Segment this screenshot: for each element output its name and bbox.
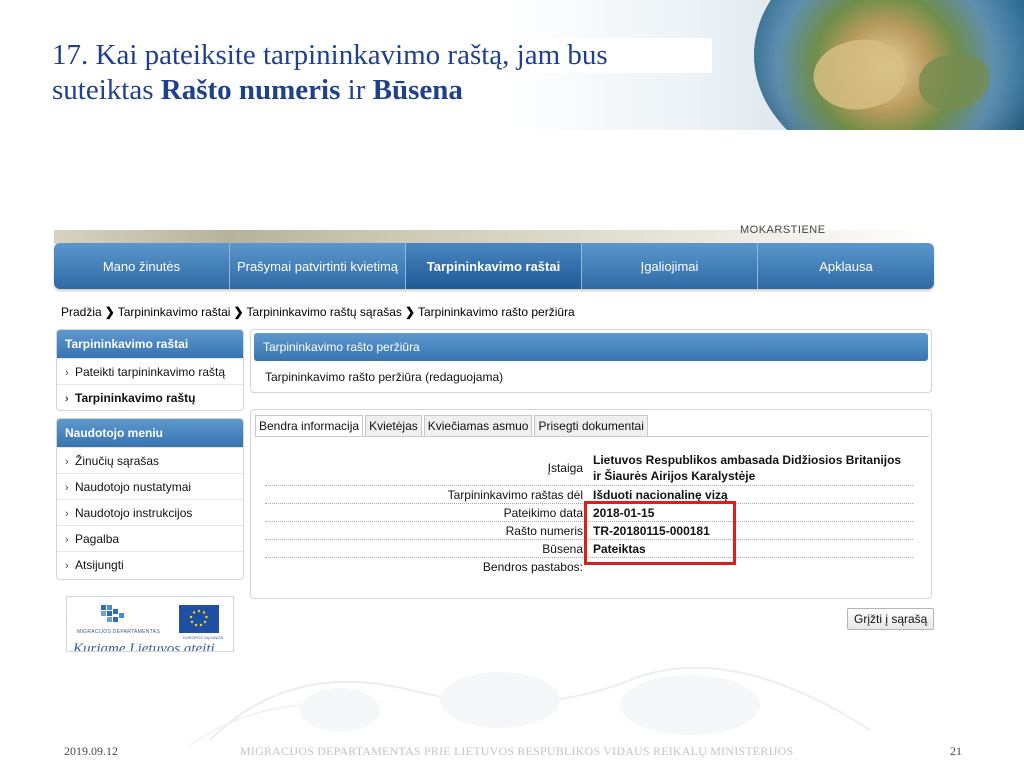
sidebar-letters-panel: Tarpininkavimo raštai › Pateikti tarpinin… (56, 329, 244, 411)
eu-funding-logo: MIGRACIJOS DEPARTAMENTAS EUROPOS SĄJUNGA… (66, 596, 234, 652)
breadcrumb-letters-list[interactable]: Tarpininkavimo raštų sąrašas (247, 305, 402, 319)
sidebar-item-messages[interactable]: › Žinučių sąrašas (57, 447, 243, 473)
letter-view-title: Tarpininkavimo rašto peržiūra (254, 333, 928, 361)
chevron-right-icon: › (65, 456, 69, 468)
sidebar-item-logout[interactable]: › Atsijungti (57, 551, 243, 577)
page-number: 21 (950, 744, 962, 758)
institution-label: Įstaiga (547, 460, 583, 475)
eu-flag-icon (179, 605, 219, 633)
tab-inviter[interactable]: Kvietėjas (365, 415, 422, 437)
highlight-box (584, 501, 736, 565)
footer-organization: MIGRACIJOS DEPARTAMENTAS PRIE LIETUVOS R… (240, 744, 794, 758)
chevron-right-icon: ❯ (404, 305, 415, 319)
sidebar-item-instructions[interactable]: › Naudotojo instrukcijos (57, 499, 243, 525)
slide-title-line2: suteiktas Rašto numeris ir Būsena (52, 74, 463, 106)
sidebar-letters-title: Tarpininkavimo raštai (57, 330, 243, 358)
title-bold-status: Būsena (372, 74, 463, 106)
slide-footer: 2019.09.12 MIGRACIJOS DEPARTAMENTAS PRIE… (0, 742, 1024, 762)
chevron-right-icon: › (65, 482, 69, 494)
chevron-right-icon: ❯ (104, 305, 115, 319)
nav-tarpininkavimo-rastai[interactable]: Tarpininkavimo raštai (406, 243, 582, 289)
main-navigation: Mano žinutės Prašymai patvirtinti kvieti… (54, 243, 934, 289)
reason-label: Tarpininkavimo raštas dėl (447, 487, 583, 502)
migration-dept-logo-text: MIGRACIJOS DEPARTAMENTAS (77, 629, 160, 635)
eu-flag-text: EUROPOS SĄJUNGA (183, 635, 224, 640)
sidebar-item-letters-list[interactable]: ›Tarpininkavimo raštų sąrašas (57, 384, 243, 410)
submission-date-label: Pateikimo data (503, 505, 583, 520)
world-map-watermark (189, 666, 871, 746)
slide-title-line1: 17. Kai pateiksite tarpininkavimo raštą,… (52, 38, 712, 73)
sidebar-user-menu-title: Naudotojo meniu (57, 419, 243, 447)
user-name: MOKARSTIENE (740, 224, 826, 236)
logo-slogan: Kuriame Lietuvos ateitį (73, 641, 215, 652)
back-to-list-button[interactable]: Grįžti į sąrašą (847, 608, 935, 630)
nav-mano-zinutes[interactable]: Mano žinutės (54, 243, 230, 289)
nav-igaliojimai[interactable]: Įgaliojimai (582, 243, 758, 289)
tab-attached-documents[interactable]: Prisegti dokumentai (534, 415, 648, 437)
notes-label: Bendros pastabos: (482, 560, 583, 574)
letter-view-panel: Tarpininkavimo rašto peržiūra Tarpininka… (250, 329, 932, 393)
tab-general-info[interactable]: Bendra informacija (255, 415, 364, 437)
letter-view-subtitle: Tarpininkavimo rašto peržiūra (redaguoja… (265, 370, 504, 384)
institution-value: Lietuvos Respublikos ambasada Didžiosios… (593, 452, 902, 483)
tab-invited-person[interactable]: Kviečiamas asmuo (423, 415, 533, 437)
letter-number-label: Rašto numeris (505, 523, 583, 538)
breadcrumb-current: Tarpininkavimo rašto peržiūra (418, 305, 575, 319)
chevron-right-icon: › (65, 508, 69, 520)
slide-title: 17. Kai pateiksite tarpininkavimo raštą,… (52, 38, 712, 108)
sidebar-item-help[interactable]: › Pagalba (57, 525, 243, 551)
status-label: Būsena (542, 541, 583, 556)
nav-prasymai[interactable]: Prašymai patvirtinti kvietimą (230, 243, 406, 289)
sidebar-item-submit-letter[interactable]: › Pateikti tarpininkavimo raštą (57, 358, 243, 384)
chevron-right-icon: ❯ (233, 305, 244, 319)
footer-date: 2019.09.12 (64, 744, 118, 758)
sidebar-user-menu: Naudotojo meniu › Žinučių sąrašas › Naudot… (56, 418, 244, 580)
details-tabs: Bendra informacija Kvietėjas Kviečiamas … (255, 415, 648, 437)
chevron-right-icon: › (65, 534, 69, 546)
migration-dept-logo-icon (101, 605, 124, 622)
chevron-right-icon: › (65, 560, 69, 572)
chevron-right-icon: › (65, 367, 69, 379)
breadcrumb: Pradžia ❯ Tarpininkavimo raštai ❯ Tarpininka… (61, 305, 575, 319)
app-screenshot: MOKARSTIENE Mano žinutės Prašymai patvir… (54, 224, 936, 652)
nav-apklausa[interactable]: Apklausa (758, 243, 934, 289)
title-bold-number: Rašto numeris (160, 74, 341, 106)
breadcrumb-letters[interactable]: Tarpininkavimo raštai (118, 305, 231, 319)
chevron-right-icon: › (65, 393, 69, 405)
sidebar-item-settings[interactable]: › Naudotojo nustatymai (57, 473, 243, 499)
breadcrumb-home[interactable]: Pradžia (61, 305, 102, 319)
detail-row-institution: Įstaiga Lietuvos Respublikos ambasada Di… (265, 450, 913, 486)
